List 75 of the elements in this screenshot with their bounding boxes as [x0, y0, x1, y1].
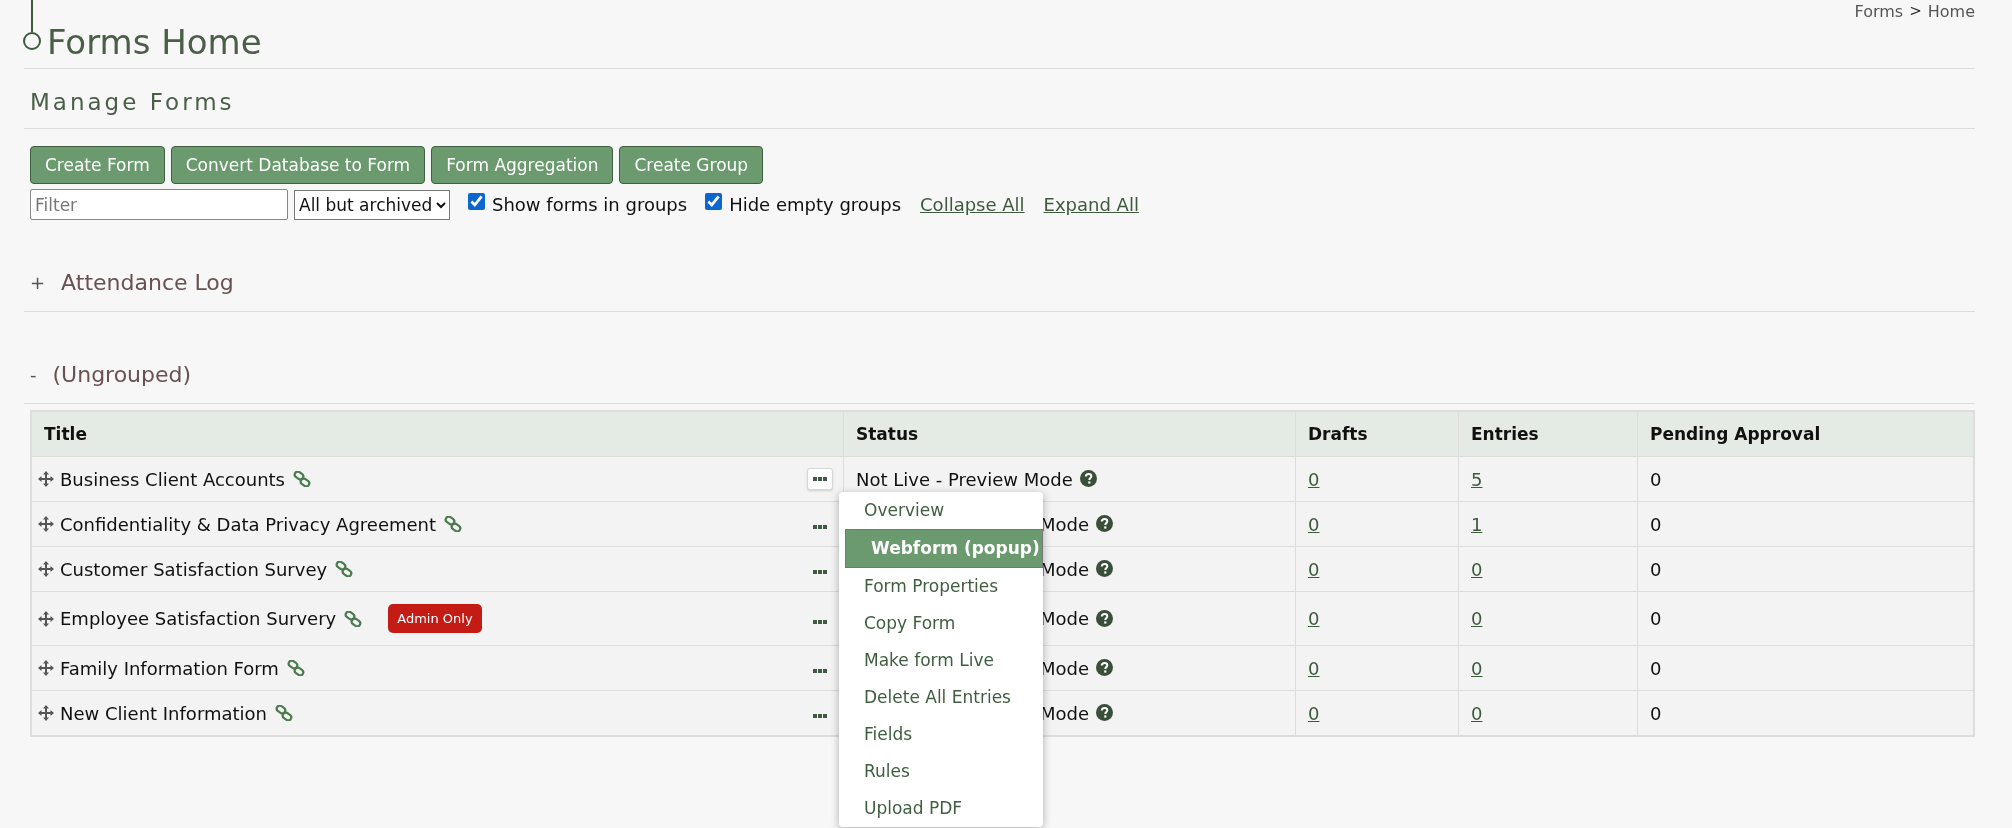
link-icon: [293, 471, 311, 487]
link-icon: [444, 516, 463, 532]
entries-link[interactable]: 0: [1471, 558, 1483, 580]
group-toggle[interactable]: -: [30, 364, 37, 385]
entries-link[interactable]: 0: [1471, 702, 1483, 724]
entries-link[interactable]: 5: [1471, 468, 1483, 490]
breadcrumb-link[interactable]: Home: [1927, 2, 1975, 21]
move-icon: [38, 516, 54, 532]
help-icon[interactable]: [1096, 659, 1114, 676]
link-icon: [335, 561, 354, 577]
menu-item[interactable]: Copy Form: [839, 605, 1043, 642]
drafts-link[interactable]: 0: [1308, 608, 1320, 629]
toolbar-link[interactable]: Collapse All: [920, 194, 1025, 215]
move-icon: [38, 705, 54, 721]
column-header: Entries: [1458, 411, 1638, 457]
checkbox[interactable]: [705, 193, 723, 210]
breadcrumb-link[interactable]: Forms: [1854, 2, 1904, 21]
entries-link[interactable]: 0: [1471, 608, 1483, 629]
menu-item[interactable]: Delete All Entries: [839, 679, 1043, 716]
more-icon: [813, 619, 827, 624]
checkbox-label: Hide empty groups: [729, 194, 902, 215]
menu-item[interactable]: Rules: [839, 753, 1043, 790]
more-icon: [813, 477, 827, 481]
checkbox-label: Show forms in groups: [492, 194, 688, 215]
drafts-link[interactable]: 0: [1308, 468, 1320, 490]
more-icon: [813, 570, 827, 574]
group-toggle[interactable]: +: [30, 272, 46, 293]
column-header: Title: [31, 411, 844, 457]
link-icon: [275, 705, 293, 721]
menu-item[interactable]: Form Properties: [839, 568, 1043, 605]
form-title[interactable]: Business Client Accounts: [60, 468, 285, 490]
drafts-link[interactable]: 0: [1308, 513, 1320, 535]
menu-item[interactable]: Fields: [839, 716, 1043, 753]
help-icon[interactable]: [1079, 470, 1097, 487]
drafts-link[interactable]: 0: [1308, 657, 1320, 679]
column-header: Pending Approval: [1637, 411, 1974, 457]
menu-item[interactable]: Make form Live: [839, 642, 1043, 679]
move-icon: [38, 561, 54, 577]
group-title[interactable]: (Ungrouped): [52, 362, 192, 387]
help-icon[interactable]: [1096, 609, 1114, 627]
group-title[interactable]: Attendance Log: [61, 270, 234, 295]
link-icon: [344, 610, 363, 627]
help-icon[interactable]: [1096, 704, 1114, 721]
form-title[interactable]: Family Information Form: [60, 657, 279, 679]
page-title: Forms Home: [47, 21, 262, 64]
breadcrumb-separator: >: [1909, 2, 1922, 21]
menu-item[interactable]: Upload PDF: [839, 790, 1043, 827]
form-title[interactable]: New Client Information: [60, 702, 267, 724]
drafts-link[interactable]: 0: [1308, 702, 1320, 724]
entries-link[interactable]: 0: [1471, 657, 1483, 679]
form-title[interactable]: Customer Satisfaction Survey: [60, 558, 328, 580]
move-icon: [38, 471, 54, 487]
status-text: Not Live - Preview Mode: [856, 468, 1073, 490]
filter-field[interactable]: Filter: [30, 189, 288, 220]
timeline-marker-icon: [21, 0, 43, 52]
archive-dropdown[interactable]: All but archived: [294, 189, 450, 220]
move-icon: [38, 610, 54, 627]
form-title[interactable]: Employee Satisfaction Survery: [60, 608, 337, 629]
entries-link[interactable]: 1: [1471, 513, 1483, 535]
admin-badge: Admin Only: [388, 604, 482, 633]
help-icon[interactable]: [1096, 560, 1114, 577]
move-icon: [38, 660, 54, 676]
more-icon: [813, 714, 827, 718]
column-header: Drafts: [1295, 411, 1459, 457]
help-icon[interactable]: [1096, 515, 1114, 532]
checkbox[interactable]: [468, 193, 485, 210]
more-icon: [813, 525, 827, 529]
drafts-link[interactable]: 0: [1308, 558, 1320, 580]
menu-item[interactable]: Overview: [839, 492, 1043, 529]
column-header: Status: [843, 411, 1296, 457]
link-icon: [286, 660, 305, 676]
more-button[interactable]: [807, 468, 833, 490]
more-icon: [813, 669, 827, 673]
section-title: Manage Forms: [30, 88, 236, 116]
toolbar-link[interactable]: Expand All: [1043, 194, 1139, 215]
